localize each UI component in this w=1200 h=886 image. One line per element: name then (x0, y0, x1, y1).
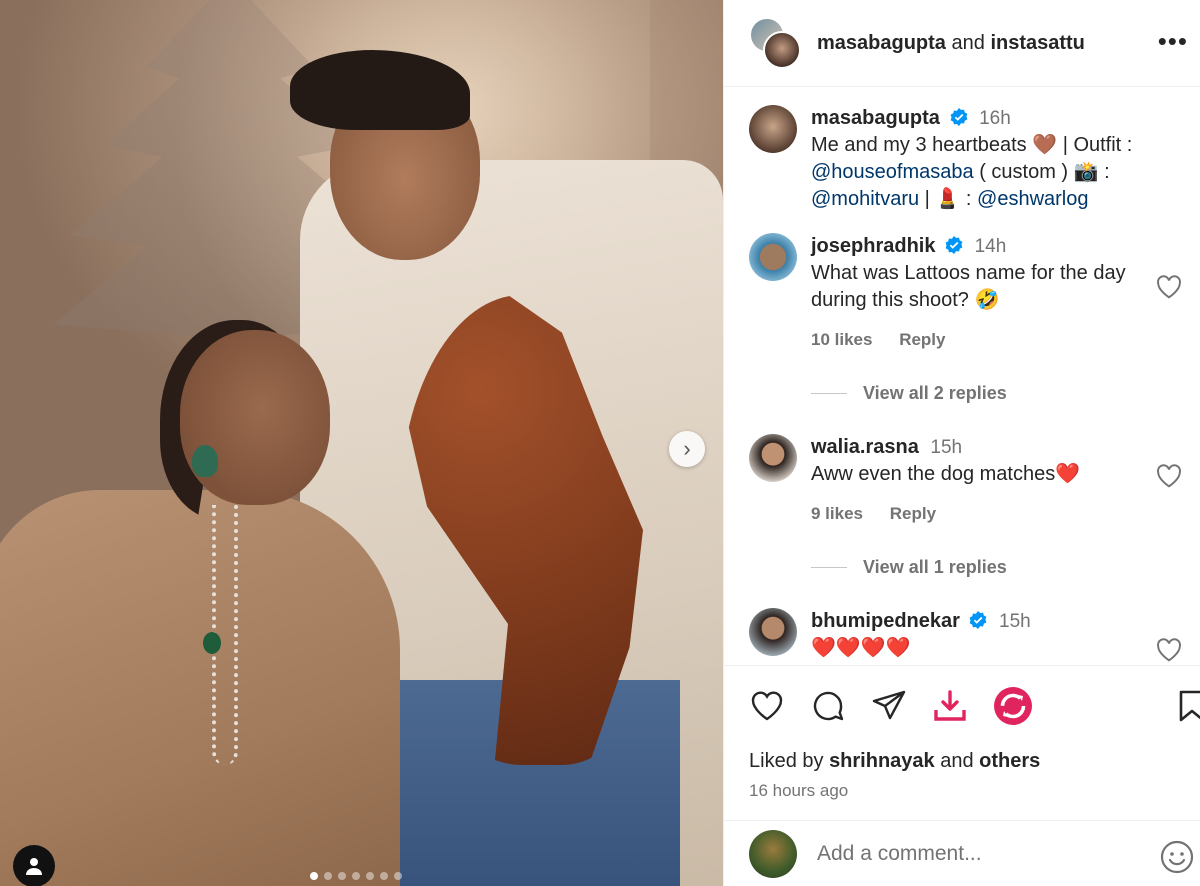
heart-icon[interactable] (1156, 275, 1182, 299)
view-replies-label: View all 2 replies (863, 383, 1007, 403)
avatar[interactable] (749, 105, 797, 153)
reply-button[interactable]: Reply (890, 504, 936, 523)
comments-list[interactable]: masabagupta 16h Me and my 3 heartbeats 🤎… (724, 87, 1200, 665)
mention-link[interactable]: @eshwarlog (977, 188, 1088, 210)
view-replies-button[interactable]: View all 2 replies (811, 383, 1200, 404)
bookmark-icon[interactable] (1173, 688, 1200, 724)
comment-time: 14h (974, 236, 1007, 257)
comment-item: josephradhik 14h What was Lattoos name f… (749, 233, 1200, 353)
verified-badge-icon (970, 611, 987, 629)
avatar (749, 829, 797, 878)
divider (811, 393, 847, 394)
comment-likes[interactable]: 10 likes (811, 330, 872, 349)
woman-face (180, 330, 330, 505)
verified-badge-icon (945, 236, 963, 254)
carousel-dot (310, 872, 318, 880)
add-comment-bar (724, 820, 1200, 886)
action-icons (749, 686, 1200, 726)
woman-dress (0, 490, 400, 886)
collab-username[interactable]: instasattu (990, 32, 1084, 54)
avatar[interactable] (749, 233, 797, 281)
liked-by-others[interactable]: others (979, 750, 1040, 772)
paper-plane-icon[interactable] (871, 688, 907, 724)
liked-by-user[interactable]: shrihnayak (829, 750, 935, 772)
avatar (763, 31, 801, 69)
carousel-dot (324, 872, 332, 880)
caption-text: Me and my 3 heartbeats 🤎 | Outfit : @hou… (811, 134, 1133, 210)
carousel-dots (310, 872, 402, 880)
earring (192, 445, 218, 477)
carousel-dot (352, 872, 360, 880)
mention-link[interactable]: @mohitvaru (811, 188, 919, 210)
pendant (203, 632, 221, 654)
liked-by: Liked by shrihnayak and others (749, 750, 1041, 772)
comment-meta: 10 likes Reply (811, 326, 1160, 353)
comment-input[interactable] (817, 841, 1137, 866)
comment-meta: 9 likes Reply (811, 500, 1160, 527)
tagged-users-button[interactable] (13, 845, 55, 886)
verified-badge-icon (950, 108, 967, 126)
chevron-right-icon: › (683, 436, 691, 461)
refresh-circle-icon[interactable] (993, 686, 1033, 726)
avatar[interactable] (749, 434, 797, 482)
reply-button[interactable]: Reply (899, 330, 945, 349)
caption: masabagupta 16h Me and my 3 heartbeats 🤎… (749, 105, 1200, 213)
caption-time: 16h (979, 108, 1011, 129)
view-replies-button[interactable]: View all 1 replies (811, 557, 1200, 578)
divider (811, 567, 847, 568)
carousel-dot (380, 872, 388, 880)
comment-username[interactable]: walia.rasna (811, 436, 919, 458)
comment-username[interactable]: josephradhik (811, 235, 935, 257)
download-icon[interactable] (932, 688, 968, 724)
user-icon (26, 858, 42, 875)
view-replies-label: View all 1 replies (863, 557, 1007, 577)
comment-text: ❤️❤️❤️❤️ (811, 637, 911, 659)
carousel-dot (394, 872, 402, 880)
post-side-panel: masabagupta and instasattu ••• masabagup… (723, 0, 1200, 886)
caption-username[interactable]: masabagupta (811, 107, 940, 129)
post-actions: Liked by shrihnayak and others 16 hours … (724, 665, 1200, 801)
comment-item: walia.rasna 15h Aww even the dog matches… (749, 434, 1200, 527)
post-time[interactable]: 16 hours ago (749, 781, 1200, 801)
comment-time: 15h (930, 437, 963, 458)
collab-names: masabagupta and instasattu (817, 32, 1085, 55)
carousel-next-button[interactable]: › (669, 431, 705, 467)
mention-link[interactable]: @houseofmasaba (811, 161, 974, 183)
heart-icon[interactable] (1156, 464, 1182, 488)
carousel-dot (366, 872, 374, 880)
heart-icon[interactable] (1156, 638, 1182, 662)
post-photo[interactable]: › (0, 0, 723, 886)
carousel-dot (338, 872, 346, 880)
comment-item: bhumipednekar 15h ❤️❤️❤️❤️ (749, 608, 1200, 662)
and-text: and (951, 31, 985, 54)
heart-icon[interactable] (749, 688, 785, 724)
comment-username[interactable]: bhumipednekar (811, 610, 960, 632)
avatar[interactable] (749, 608, 797, 656)
collab-avatars[interactable] (749, 17, 801, 69)
comment-time: 15h (999, 611, 1031, 632)
comment-text: What was Lattoos name for the day during… (811, 262, 1126, 311)
comment-likes[interactable]: 9 likes (811, 504, 863, 523)
comment-text: Aww even the dog matches❤️ (811, 463, 1081, 485)
comment-bubble-icon[interactable] (810, 688, 846, 724)
post-header: masabagupta and instasattu ••• (724, 0, 1200, 87)
smiley-icon[interactable] (1159, 839, 1195, 875)
more-options-button[interactable]: ••• (1158, 26, 1188, 57)
more-horizontal-icon: ••• (1157, 26, 1188, 56)
author-username[interactable]: masabagupta (817, 32, 946, 54)
